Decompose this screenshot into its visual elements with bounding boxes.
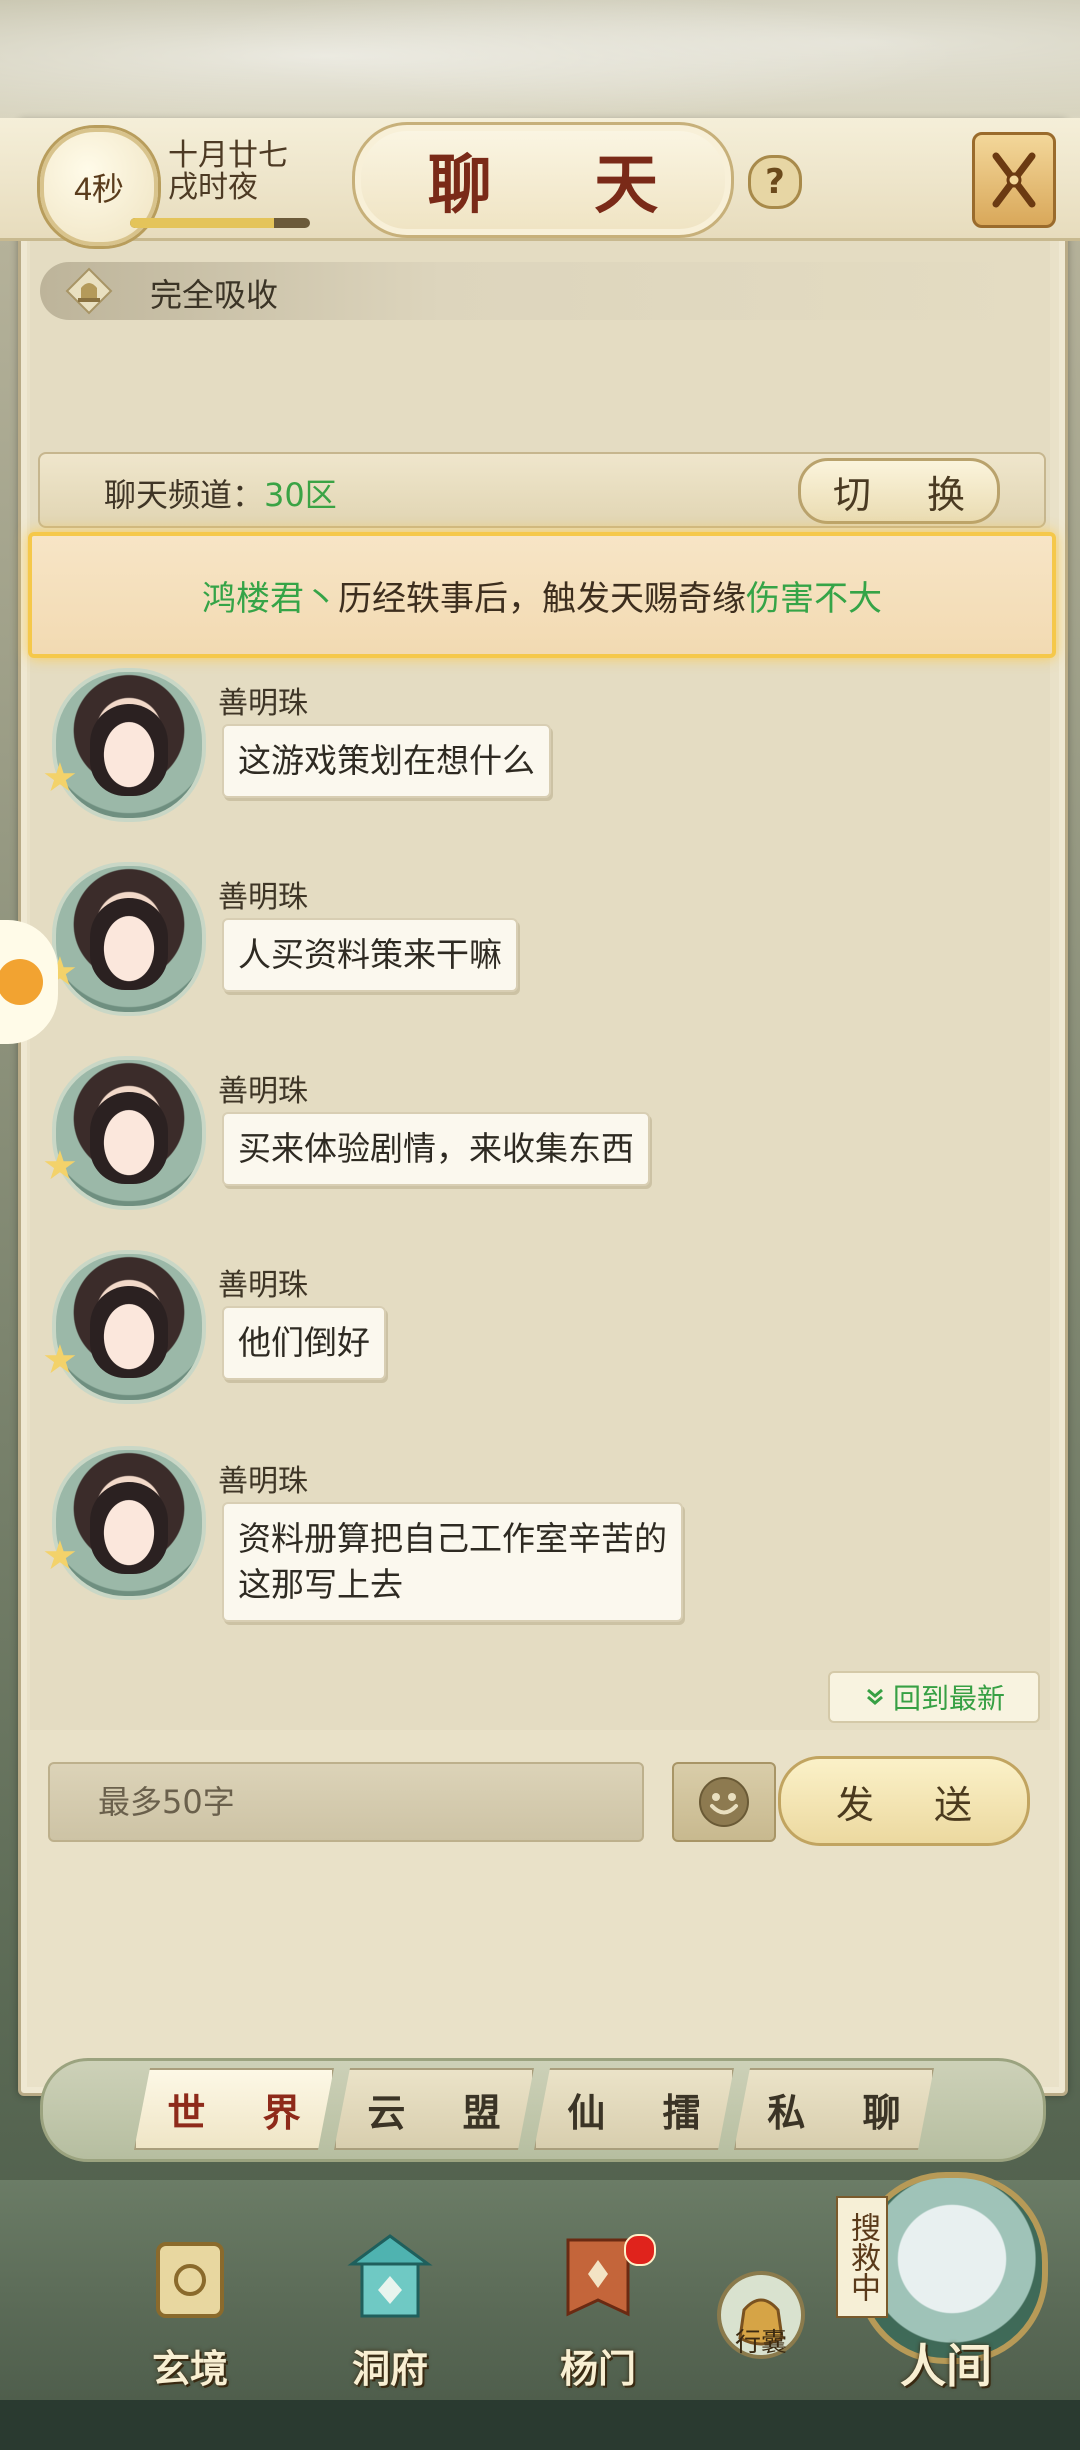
message-line: 资料册算把自己工作室辛苦的 xyxy=(238,1519,667,1558)
message-line: 这那写上去 xyxy=(238,1565,403,1604)
nav-yangmen[interactable]: 杨门 xyxy=(528,2230,668,2391)
page-title-text: 聊 天 xyxy=(427,148,699,223)
notice-player-name: 鸿楼君丶 xyxy=(202,578,338,619)
star-icon: ★ xyxy=(42,755,78,801)
star-icon: ★ xyxy=(42,1143,78,1189)
message-input-box xyxy=(48,1762,644,1842)
back-to-latest-button[interactable]: 回到最新 xyxy=(828,1671,1040,1723)
notification-badge xyxy=(624,2234,656,2266)
time-progress-bar xyxy=(130,218,310,228)
message-bubble[interactable]: 人买资料策来干嘛 xyxy=(222,918,518,992)
timer-text: 4秒 xyxy=(74,171,124,207)
tab-label: 世 界 xyxy=(167,2089,323,2135)
message-sender: 善明珠 xyxy=(218,880,308,915)
game-date: 十月廿七 戌时夜 xyxy=(168,140,328,204)
tab-arena[interactable]: 仙 擂 xyxy=(534,2068,734,2150)
page-title: 聊 天 xyxy=(352,122,734,238)
message-bubble[interactable]: 他们倒好 xyxy=(222,1306,386,1380)
avatar[interactable]: ★ xyxy=(42,668,206,822)
close-icon xyxy=(992,152,1036,208)
notice-text: 历经轶事后，触发天赐奇缘 xyxy=(338,578,746,619)
timer-badge: 4秒 xyxy=(40,128,158,246)
nav-label: 人间 xyxy=(900,2339,992,2393)
nav-xingnang[interactable]: 行囊 xyxy=(706,2270,816,2430)
tab-label: 仙 擂 xyxy=(567,2089,723,2135)
help-icon[interactable]: ? xyxy=(748,155,802,209)
nav-label: 玄境 xyxy=(151,2346,228,2391)
pavilion-icon xyxy=(347,2234,433,2318)
message-bubble[interactable]: 资料册算把自己工作室辛苦的 这那写上去 xyxy=(222,1502,683,1622)
emoji-button[interactable] xyxy=(672,1762,776,1842)
send-label: 发 送 xyxy=(835,1782,997,1827)
date-line-1: 十月廿七 xyxy=(168,138,288,173)
message-sender: 善明珠 xyxy=(218,1074,308,1109)
tab-world[interactable]: 世 界 xyxy=(134,2068,334,2150)
star-icon: ★ xyxy=(42,1533,78,1579)
switch-channel-button[interactable]: 切 换 xyxy=(798,458,1000,524)
message-input[interactable] xyxy=(96,1778,620,1826)
channel-label-text: 聊天频道： xyxy=(104,476,265,514)
nav-label: 洞府 xyxy=(351,2346,428,2391)
avatar[interactable]: ★ xyxy=(42,862,206,1016)
tab-label: 私 聊 xyxy=(767,2089,923,2135)
close-button[interactable] xyxy=(972,132,1056,228)
smiley-icon xyxy=(699,1777,749,1827)
message-sender: 善明珠 xyxy=(218,1268,308,1303)
gamepad-icon xyxy=(0,959,43,1005)
channel-value: 30区 xyxy=(264,476,337,514)
nav-renjian[interactable]: 人间 xyxy=(866,2290,1026,2450)
date-line-2: 戌时夜 xyxy=(168,170,258,205)
message-sender: 善明珠 xyxy=(218,1464,308,1499)
star-icon: ★ xyxy=(42,1337,78,1383)
bell-icon xyxy=(60,262,118,320)
system-notice: 鸿楼君丶 历经轶事后，触发天赐奇缘 伤害不大 xyxy=(28,532,1056,658)
avatar[interactable]: ★ xyxy=(42,1250,206,1404)
switch-channel-label: 切 换 xyxy=(832,472,988,517)
tab-private[interactable]: 私 聊 xyxy=(734,2068,934,2150)
nav-label: 杨门 xyxy=(559,2346,636,2391)
avatar[interactable]: ★ xyxy=(42,1056,206,1210)
message-bubble[interactable]: 这游戏策划在想什么 xyxy=(222,724,551,798)
scroll-icon xyxy=(156,2242,224,2318)
nav-xuanjing[interactable]: 玄境 xyxy=(120,2230,260,2391)
double-chevron-down-icon xyxy=(867,1688,883,1705)
avatar[interactable]: ★ xyxy=(42,1446,206,1600)
channel-label: 聊天频道：30区 xyxy=(104,470,337,516)
absorb-label: 完全吸收 xyxy=(150,276,279,314)
message-bubble[interactable]: 买来体验剧情，来收集东西 xyxy=(222,1112,650,1186)
notice-result: 伤害不大 xyxy=(746,578,882,619)
send-button[interactable]: 发 送 xyxy=(778,1756,1030,1846)
nav-dongfu[interactable]: 洞府 xyxy=(320,2230,460,2391)
time-progress-fill xyxy=(130,218,274,228)
message-sender: 善明珠 xyxy=(218,686,308,721)
tab-label: 云 盟 xyxy=(367,2089,523,2135)
back-to-latest-label: 回到最新 xyxy=(892,1682,1005,1715)
tab-alliance[interactable]: 云 盟 xyxy=(334,2068,534,2150)
